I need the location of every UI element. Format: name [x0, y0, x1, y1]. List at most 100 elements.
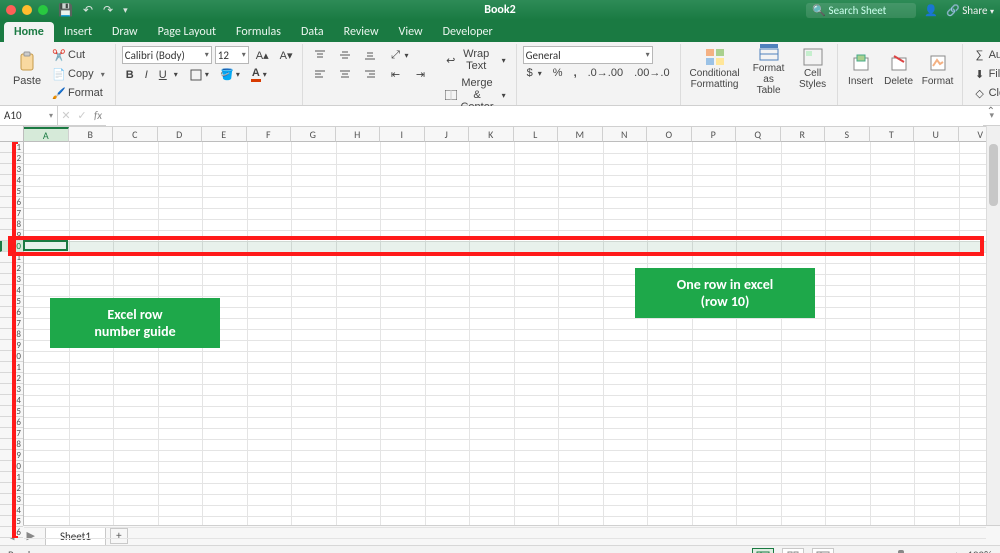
row-header[interactable]: 3	[0, 164, 23, 175]
row-header[interactable]: 31	[0, 472, 23, 483]
column-header[interactable]: K	[469, 127, 514, 142]
tab-page-layout[interactable]: Page Layout	[148, 22, 226, 42]
column-header[interactable]: Q	[736, 127, 781, 142]
row-header[interactable]: 2	[0, 153, 23, 164]
row-header[interactable]: 5	[0, 186, 23, 197]
minimize-window-icon[interactable]	[22, 5, 32, 15]
row-header[interactable]: 6	[0, 197, 23, 208]
tab-home[interactable]: Home	[4, 22, 54, 42]
row-header[interactable]: 8	[0, 219, 23, 230]
share-button[interactable]: 🔗 Share ▾	[946, 4, 994, 17]
row-header[interactable]: 4	[0, 175, 23, 186]
column-header[interactable]: P	[692, 127, 737, 142]
column-headers[interactable]: ABCDEFGHIJKLMNOPQRSTUV	[24, 126, 986, 142]
cell-styles-button[interactable]: Cell Styles	[795, 46, 831, 92]
align-center-button[interactable]	[334, 65, 356, 83]
column-header[interactable]: F	[247, 127, 292, 142]
row-header[interactable]: 36	[0, 527, 23, 538]
formula-input[interactable]	[106, 106, 983, 126]
decrease-indent-button[interactable]: ⇤	[384, 65, 406, 83]
row-header[interactable]: 26	[0, 417, 23, 428]
row-header[interactable]: 28	[0, 439, 23, 450]
normal-view-button[interactable]	[752, 548, 774, 553]
row-header[interactable]: 23	[0, 384, 23, 395]
row-header[interactable]: 14	[0, 285, 23, 296]
align-top-button[interactable]	[309, 46, 331, 64]
column-header[interactable]: M	[558, 127, 603, 142]
row-header[interactable]: 9	[0, 230, 23, 241]
column-header[interactable]: N	[603, 127, 648, 142]
font-color-button[interactable]: A▾	[247, 65, 271, 84]
row-header[interactable]: 17	[0, 318, 23, 329]
column-header[interactable]: E	[202, 127, 247, 142]
underline-button[interactable]: U ▾	[155, 67, 182, 83]
border-button[interactable]: ▾	[185, 66, 213, 84]
increase-decimal-button[interactable]: .0→.00	[584, 65, 627, 81]
row-header[interactable]: 15	[0, 296, 23, 307]
column-header[interactable]: A	[24, 127, 69, 142]
undo-icon[interactable]: ↶	[83, 3, 93, 18]
row-header[interactable]: 24	[0, 395, 23, 406]
align-left-button[interactable]	[309, 65, 331, 83]
zoom-window-icon[interactable]	[38, 5, 48, 15]
tab-formulas[interactable]: Formulas	[226, 22, 291, 42]
conditional-formatting-button[interactable]: Conditional Formatting	[687, 46, 743, 92]
add-sheet-button[interactable]: +	[110, 528, 128, 544]
cancel-formula-icon[interactable]: ✕	[58, 109, 74, 122]
column-header[interactable]: T	[870, 127, 915, 142]
row-header[interactable]: 35	[0, 516, 23, 527]
increase-font-button[interactable]: A▴	[252, 47, 273, 64]
clear-button[interactable]: ◇Clear ▾	[969, 84, 1000, 102]
row-header[interactable]: 29	[0, 450, 23, 461]
row-header[interactable]: 30	[0, 461, 23, 472]
copy-button[interactable]: 📄Copy ▾	[48, 65, 109, 83]
sheet-nav-next-icon[interactable]: ▶	[20, 529, 40, 542]
collapse-ribbon-icon[interactable]: ⌃	[987, 104, 995, 117]
bold-button[interactable]: B	[122, 67, 138, 83]
name-box[interactable]: A10▾	[0, 106, 58, 126]
tab-view[interactable]: View	[389, 22, 433, 42]
save-icon[interactable]: 💾	[58, 3, 73, 18]
percent-button[interactable]: %	[549, 65, 567, 81]
column-header[interactable]: G	[291, 127, 336, 142]
row-header[interactable]: 10	[0, 241, 23, 252]
qat-caret-icon[interactable]: ▾	[123, 5, 128, 16]
page-layout-view-button[interactable]	[782, 548, 804, 553]
tab-data[interactable]: Data	[291, 22, 334, 42]
row-header[interactable]: 7	[0, 208, 23, 219]
row-header[interactable]: 13	[0, 274, 23, 285]
wrap-text-button[interactable]: ↩Wrap Text ▾	[441, 46, 509, 74]
format-cells-button[interactable]: Format	[920, 46, 956, 92]
page-break-view-button[interactable]	[812, 548, 834, 553]
zoom-out-button[interactable]: −	[842, 549, 847, 553]
row-header[interactable]: 12	[0, 263, 23, 274]
column-header[interactable]: C	[113, 127, 158, 142]
active-cell[interactable]	[23, 240, 68, 251]
worksheet[interactable]: ABCDEFGHIJKLMNOPQRSTUV 12345678910111213…	[0, 126, 1000, 525]
comma-button[interactable]: ,	[570, 65, 581, 81]
font-size-dropdown[interactable]: 12▾	[215, 46, 249, 64]
tab-draw[interactable]: Draw	[102, 22, 148, 42]
zoom-value[interactable]: 100%	[967, 549, 992, 553]
scrollbar-thumb[interactable]	[989, 144, 998, 206]
column-header[interactable]: U	[914, 127, 959, 142]
currency-button[interactable]: $ ▾	[523, 65, 546, 81]
fx-icon[interactable]: fx	[90, 109, 106, 122]
row-header[interactable]: 16	[0, 307, 23, 318]
format-painter-button[interactable]: 🖌️Format	[48, 84, 109, 102]
row-header[interactable]: 22	[0, 373, 23, 384]
increase-indent-button[interactable]: ⇥	[409, 65, 431, 83]
column-header[interactable]: O	[647, 127, 692, 142]
row-header[interactable]: 32	[0, 483, 23, 494]
tab-review[interactable]: Review	[334, 22, 389, 42]
close-window-icon[interactable]	[6, 5, 16, 15]
row-header[interactable]: 27	[0, 428, 23, 439]
number-format-dropdown[interactable]: General▾	[523, 46, 653, 64]
row-header[interactable]: 18	[0, 329, 23, 340]
row-header[interactable]: 1	[0, 142, 23, 153]
decrease-decimal-button[interactable]: .00→.0	[630, 65, 673, 81]
paste-button[interactable]: Paste	[10, 46, 44, 92]
align-middle-button[interactable]	[334, 46, 356, 64]
font-name-dropdown[interactable]: Calibri (Body)▾	[122, 46, 212, 64]
column-header[interactable]: R	[781, 127, 826, 142]
